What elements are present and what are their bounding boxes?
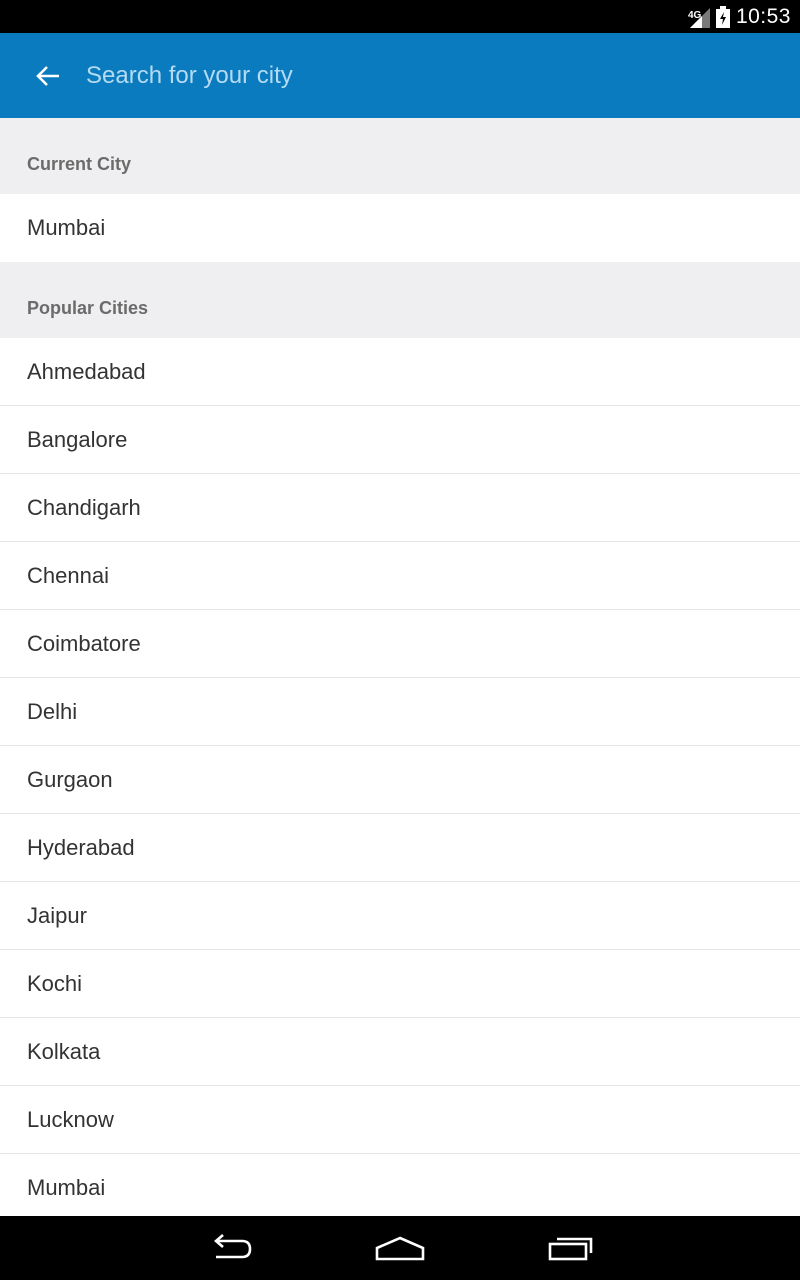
list-item-city[interactable]: Gurgaon bbox=[0, 746, 800, 814]
status-bar: 4G 10:53 bbox=[0, 0, 800, 33]
signal-icon: 4G bbox=[688, 6, 710, 28]
nav-home-button[interactable] bbox=[370, 1228, 430, 1268]
status-icons: 4G 10:53 bbox=[688, 0, 791, 33]
list-item-city[interactable]: Mumbai bbox=[0, 1154, 800, 1216]
back-nav-icon bbox=[206, 1234, 254, 1262]
list-item-city[interactable]: Lucknow bbox=[0, 1086, 800, 1154]
list-item-city[interactable]: Jaipur bbox=[0, 882, 800, 950]
search-input[interactable] bbox=[86, 53, 776, 99]
city-list[interactable]: Current City Mumbai Popular Cities Ahmed… bbox=[0, 118, 800, 1216]
system-nav-bar bbox=[0, 1216, 800, 1280]
list-item-city[interactable]: Bangalore bbox=[0, 406, 800, 474]
list-item-city[interactable]: Coimbatore bbox=[0, 610, 800, 678]
section-header-current-city: Current City bbox=[0, 118, 800, 194]
section-header-popular-cities: Popular Cities bbox=[0, 262, 800, 338]
list-item-city[interactable]: Ahmedabad bbox=[0, 338, 800, 406]
home-nav-icon bbox=[374, 1234, 426, 1262]
back-button[interactable] bbox=[24, 53, 72, 99]
list-item-city[interactable]: Delhi bbox=[0, 678, 800, 746]
list-item-city[interactable]: Kochi bbox=[0, 950, 800, 1018]
recents-nav-icon bbox=[547, 1234, 595, 1262]
list-item-city[interactable]: Hyderabad bbox=[0, 814, 800, 882]
list-item-city[interactable]: Chandigarh bbox=[0, 474, 800, 542]
list-item-current-city[interactable]: Mumbai bbox=[0, 194, 800, 262]
nav-back-button[interactable] bbox=[200, 1228, 260, 1268]
list-item-city[interactable]: Chennai bbox=[0, 542, 800, 610]
arrow-back-icon bbox=[35, 63, 61, 89]
list-item-city[interactable]: Kolkata bbox=[0, 1018, 800, 1086]
nav-recents-button[interactable] bbox=[541, 1228, 601, 1268]
status-time: 10:53 bbox=[735, 4, 791, 28]
app-bar bbox=[0, 33, 800, 118]
battery-icon bbox=[715, 5, 730, 28]
